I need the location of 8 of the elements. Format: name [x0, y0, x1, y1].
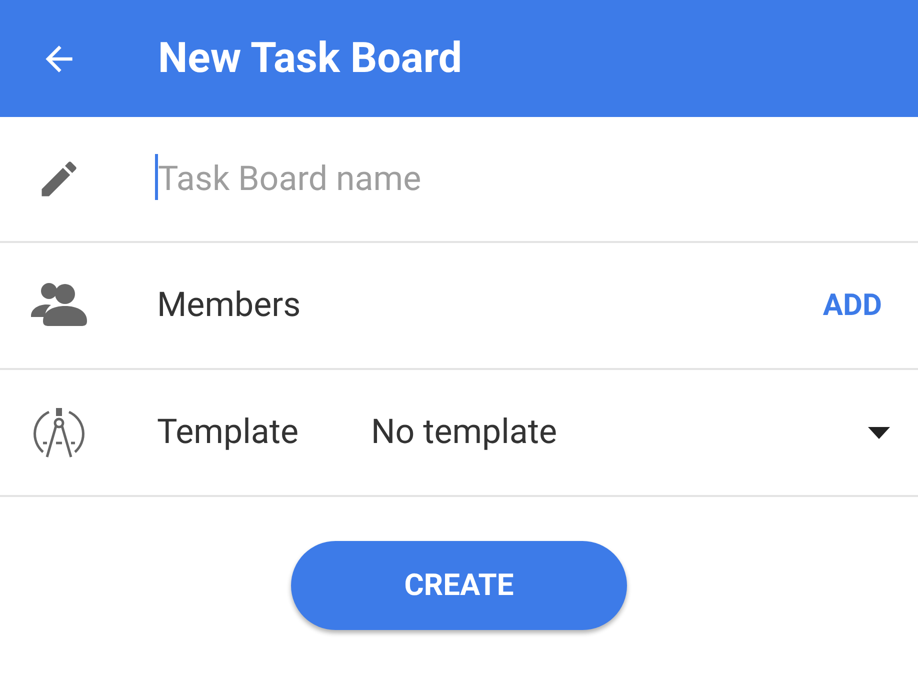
- dropdown-arrow-icon: [868, 426, 890, 438]
- template-dropdown[interactable]: No template: [371, 407, 918, 458]
- screen-title: New Task Board: [158, 33, 462, 85]
- members-label: Members: [157, 284, 302, 327]
- create-button[interactable]: CREATE: [291, 541, 627, 630]
- board-name-field[interactable]: Task Board name: [155, 149, 918, 209]
- template-label: Template: [157, 411, 300, 454]
- add-button[interactable]: ADD: [822, 283, 882, 328]
